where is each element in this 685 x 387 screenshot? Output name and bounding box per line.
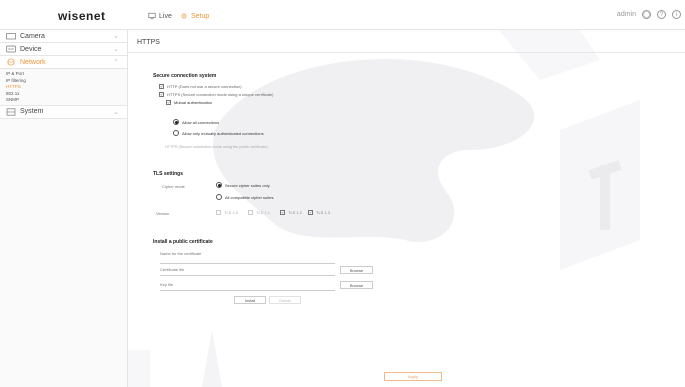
- section-secure-connection: Secure connection system: [153, 73, 217, 79]
- sidebar-menu-network[interactable]: Network ⌃: [0, 56, 127, 69]
- option-allow-all-label: Allow all connections: [182, 119, 220, 125]
- network-icon: [7, 58, 15, 66]
- version-tls10[interactable]: TLS 1.0: [216, 210, 238, 215]
- option-cipher-secure-label: Secure cipher suites only: [225, 182, 270, 188]
- delete-button[interactable]: Delete: [269, 296, 301, 304]
- sidebar-menu-label: Camera: [20, 32, 45, 40]
- version-tls13[interactable]: TLS 1.3: [308, 210, 330, 215]
- gear-icon: [181, 13, 187, 19]
- sidebar-menu-label: System: [20, 108, 44, 116]
- version-tls13-label: TLS 1.3: [316, 210, 331, 215]
- sidebar-item-ip-port[interactable]: IP & Port: [0, 71, 127, 78]
- browse-cert-button[interactable]: Browse: [340, 266, 373, 274]
- top-header: wisenet Live Setup admin ◯ ? i: [0, 0, 685, 30]
- option-allow-mutual-label: Allow only mutually authenticated connec…: [182, 130, 264, 136]
- user-icon[interactable]: ◯: [642, 10, 651, 19]
- main-content: HTTPS Secure connection system HTTP (Doe…: [128, 30, 685, 387]
- allow-mutual-radio[interactable]: [173, 130, 179, 136]
- option-allow-all[interactable]: Allow all connections: [173, 119, 219, 125]
- version-label: Version: [156, 211, 170, 216]
- option-http[interactable]: HTTP (Does not use a secure connection): [159, 84, 242, 89]
- sidebar-menu-label: Device: [20, 45, 42, 53]
- option-http-label: HTTP (Does not use a secure connection): [167, 84, 242, 89]
- cipher-all-radio[interactable]: [216, 194, 222, 200]
- tls11-checkbox[interactable]: [248, 210, 253, 215]
- header-right: admin ◯ ? i: [617, 10, 681, 19]
- tls13-checkbox[interactable]: [308, 210, 313, 215]
- title-divider: [128, 52, 685, 53]
- sidebar-menu-system[interactable]: System ⌄: [0, 105, 127, 119]
- chevron-up-icon: ⌃: [113, 59, 119, 66]
- option-mutual-auth[interactable]: Mutual authentication: [166, 100, 212, 105]
- cipher-secure-radio[interactable]: [216, 182, 222, 188]
- sidebar-item-https[interactable]: HTTPS: [0, 84, 127, 91]
- system-icon: [6, 108, 16, 116]
- http-checkbox[interactable]: [159, 84, 164, 89]
- tls10-checkbox[interactable]: [216, 210, 221, 215]
- sidebar-menu-device[interactable]: Device ⌄: [0, 43, 127, 56]
- check-icon: [160, 93, 163, 96]
- mutual-auth-checkbox[interactable]: [166, 100, 171, 105]
- camera-icon: [6, 33, 16, 40]
- apply-button[interactable]: Apply: [384, 372, 442, 381]
- page-title: HTTPS: [137, 39, 160, 46]
- allow-all-radio[interactable]: [173, 119, 179, 125]
- nav-setup-label: Setup: [191, 12, 210, 20]
- option-mutual-auth-label: Mutual authentication: [174, 100, 213, 105]
- version-tls12-label: TLS 1.2: [288, 210, 303, 215]
- option-cipher-all[interactable]: All compatible cipher suites: [216, 194, 273, 200]
- check-icon: [160, 85, 163, 88]
- install-button[interactable]: Install: [234, 296, 266, 304]
- monitor-icon: [148, 12, 156, 20]
- check-icon: [281, 211, 284, 214]
- cipher-mode-label: Cipher mode: [162, 184, 185, 189]
- info-icon[interactable]: i: [672, 10, 681, 19]
- version-tls11-label: TLS 1.1: [256, 210, 271, 215]
- sidebar-item-snmp[interactable]: SNMP: [0, 97, 127, 104]
- nav-live[interactable]: Live: [148, 12, 172, 20]
- sidebar-menu-label: Network: [20, 58, 46, 66]
- user-name[interactable]: admin: [617, 11, 636, 18]
- version-tls10-label: TLS 1.0: [224, 210, 239, 215]
- version-tls12[interactable]: TLS 1.2: [280, 210, 302, 215]
- option-allow-mutual[interactable]: Allow only mutually authenticated connec…: [173, 130, 264, 136]
- option-cipher-secure[interactable]: Secure cipher suites only: [216, 182, 270, 188]
- cert-name-input[interactable]: [160, 257, 335, 264]
- chevron-down-icon: ⌄: [113, 108, 119, 116]
- device-icon: [6, 45, 16, 53]
- section-install-certificate: Install a public certificate: [153, 239, 213, 245]
- sidebar-menu-camera[interactable]: Camera ⌄: [0, 30, 127, 43]
- option-https-unique[interactable]: HTTPS (Secure connection mode using a un…: [159, 92, 274, 97]
- nav-setup[interactable]: Setup: [180, 12, 209, 20]
- option-cipher-all-label: All compatible cipher suites: [225, 194, 274, 200]
- tls12-checkbox[interactable]: [280, 210, 285, 215]
- help-icon[interactable]: ?: [657, 10, 666, 19]
- check-icon: [309, 211, 312, 214]
- version-tls11[interactable]: TLS 1.1: [248, 210, 270, 215]
- check-icon: [167, 101, 170, 104]
- option-https-unique-label: HTTPS (Secure connection mode using a un…: [167, 92, 274, 97]
- sidebar: Camera ⌄ Device ⌄ Network ⌃ IP & Port IP…: [0, 30, 128, 387]
- sidebar-item-ip-filtering[interactable]: IP filtering: [0, 78, 127, 85]
- network-submenu: IP & Port IP filtering HTTPS 802.1x SNMP: [0, 69, 127, 106]
- cert-name-label: Name for the certificate: [160, 251, 202, 256]
- cert-file-input[interactable]: [160, 269, 335, 276]
- wisenet-logo: wisenet: [58, 9, 106, 23]
- sidebar-item-8021x[interactable]: 802.1x: [0, 91, 127, 98]
- section-tls-settings: TLS settings: [153, 171, 184, 177]
- chevron-down-icon: ⌄: [113, 46, 119, 53]
- browse-key-button[interactable]: Browse: [340, 281, 373, 289]
- public-cert-note: HTTPS (Secure connection mode using the …: [165, 145, 268, 149]
- chevron-down-icon: ⌄: [113, 33, 119, 40]
- https-unique-checkbox[interactable]: [159, 92, 164, 97]
- key-file-input[interactable]: [160, 284, 335, 291]
- nav-live-label: Live: [159, 12, 172, 20]
